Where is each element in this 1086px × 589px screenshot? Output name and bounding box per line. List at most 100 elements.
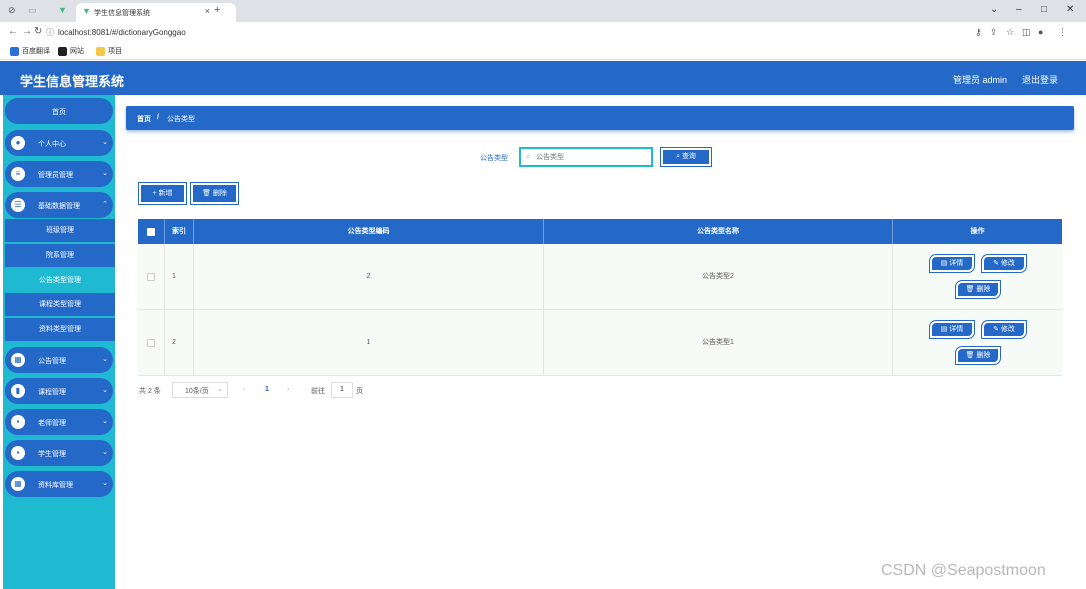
sidebar-item-label: 资料库管理: [38, 482, 73, 489]
search-input[interactable]: [536, 151, 646, 164]
delete-label: 删除: [976, 286, 991, 293]
folder-icon: [96, 46, 105, 56]
edit-icon: ✎: [993, 326, 1001, 333]
page-number[interactable]: 1: [265, 386, 269, 393]
select-all-checkbox[interactable]: [147, 228, 155, 236]
sidebar-item-notice[interactable]: ▦ 公告管理 ⌄: [5, 347, 113, 373]
detail-button[interactable]: ▤ 详情: [930, 255, 974, 272]
table-row: 1 2 公告类型2 ▤ 详情 ✎ 修改 🗑 删除: [138, 244, 1062, 310]
row-index: 1: [165, 244, 194, 310]
sidebar: 首页 ● 个人中心 ⌄ ≡ 管理员管理 ⌄ ☰ 基础数据管理 ⌃ 班级管理 院系…: [3, 95, 115, 589]
user-icon: ●: [11, 136, 25, 150]
sidebar-item-label: 学生管理: [38, 451, 66, 458]
submenu-item-course-type[interactable]: 课程类型管理: [5, 293, 115, 316]
tab-search-icon[interactable]: ⌄: [990, 4, 998, 15]
submenu-item-material-type[interactable]: 资料类型管理: [5, 318, 115, 341]
goto-page-input[interactable]: 1: [331, 382, 353, 398]
select-all-cell: [138, 219, 165, 244]
breadcrumb-separator: /: [157, 114, 159, 121]
row-select-cell: [138, 310, 165, 376]
sidebar-item-label: 公告管理: [38, 358, 66, 365]
sidebar-item-home[interactable]: 首页: [5, 98, 113, 124]
chevron-down-icon: ⌄: [102, 170, 108, 177]
submenu-item-class[interactable]: 班级管理: [5, 219, 115, 242]
current-user: 管理员 admin: [953, 75, 1008, 85]
window-close-icon[interactable]: ✕: [1066, 4, 1074, 15]
page-unit: 页: [356, 388, 363, 395]
site-info-icon[interactable]: ⓘ: [46, 27, 54, 38]
goto-label: 前往: [311, 388, 325, 395]
sidebar-item-student[interactable]: ▪ 学生管理 ⌄: [5, 440, 113, 466]
logout-link[interactable]: 退出登录: [1022, 73, 1058, 86]
table-row: 2 1 公告类型1 ▤ 详情 ✎ 修改 🗑 删除: [138, 310, 1062, 376]
chevron-down-icon: ⌄: [217, 386, 223, 393]
sidebar-item-admin[interactable]: ≡ 管理员管理 ⌄: [5, 161, 113, 187]
list-icon: ≡: [11, 167, 25, 181]
delete-button[interactable]: 🗑 删除: [956, 347, 1000, 364]
bookmark-star-icon[interactable]: ☆: [1006, 27, 1014, 38]
vue-favicon-icon: ▼: [82, 6, 91, 16]
vue-pinned-icon[interactable]: ▼: [58, 5, 67, 15]
edit-button[interactable]: ✎ 修改: [982, 255, 1026, 272]
sidebar-item-course[interactable]: ▮ 课程管理 ⌄: [5, 378, 113, 404]
browser-tab[interactable]: ▼ 学生信息管理系统 ×: [76, 3, 236, 22]
add-button[interactable]: + 新增: [139, 183, 186, 204]
library-icon: ▦: [11, 477, 25, 491]
chart-icon: ▮: [11, 384, 25, 398]
bookmarks-bar: 百度翻译 网站 项目: [0, 43, 1086, 60]
new-tab-icon[interactable]: +: [214, 4, 220, 16]
bookmark-item[interactable]: 网站: [58, 46, 84, 56]
edit-icon: ✎: [993, 260, 1001, 267]
bookmark-item[interactable]: 百度翻译: [10, 46, 50, 56]
delete-button[interactable]: 🗑 删除: [956, 281, 1000, 298]
submenu-item-department[interactable]: 院系管理: [5, 244, 115, 267]
submenu-item-notice-type[interactable]: 公告类型管理: [5, 269, 115, 292]
chevron-down-icon: ⌄: [102, 449, 108, 456]
tab-group-icon[interactable]: ▭: [28, 5, 37, 16]
prev-page-icon[interactable]: ‹: [243, 386, 245, 393]
sidebar-item-teacher[interactable]: ▪ 老师管理 ⌄: [5, 409, 113, 435]
address-bar: ← → ↻ ⓘ localhost:8081/#/dictionaryGongg…: [0, 22, 1086, 43]
minimize-icon[interactable]: –: [1016, 4, 1022, 15]
maximize-icon[interactable]: □: [1041, 4, 1047, 15]
translate-icon: [10, 46, 19, 56]
next-page-icon[interactable]: ›: [287, 386, 289, 393]
column-header: 操作: [970, 228, 985, 235]
app-title: 学生信息管理系统: [20, 74, 125, 89]
sidebar-item-profile[interactable]: ● 个人中心 ⌄: [5, 130, 113, 156]
tab-close-icon[interactable]: ×: [205, 6, 210, 16]
detail-label: 详情: [949, 326, 964, 333]
bookmark-item[interactable]: 项目: [96, 46, 122, 56]
forward-icon[interactable]: →: [22, 26, 32, 37]
profile-icon[interactable]: ●: [1038, 27, 1043, 37]
trash-icon: 🗑: [202, 190, 213, 197]
column-header: 公告类型编码: [194, 219, 544, 244]
key-icon[interactable]: ⚷: [975, 27, 982, 38]
back-icon[interactable]: ←: [8, 26, 18, 37]
query-button[interactable]: ⌕ 查询: [661, 148, 711, 166]
reload-icon[interactable]: ↻: [34, 26, 42, 37]
row-checkbox[interactable]: [147, 339, 155, 347]
sidepanel-icon[interactable]: ◫: [1022, 27, 1031, 38]
browser-more-icon[interactable]: ⋮: [1058, 27, 1067, 38]
page-size-select[interactable]: 10条/页 ⌄: [172, 382, 228, 398]
edit-button[interactable]: ✎ 修改: [982, 321, 1026, 338]
row-name: 公告类型2: [544, 244, 893, 310]
search-field[interactable]: ⌕: [519, 147, 653, 167]
share-icon[interactable]: ⇪: [990, 27, 998, 38]
detail-button[interactable]: ▤ 详情: [930, 321, 974, 338]
row-checkbox[interactable]: [147, 273, 155, 281]
sidebar-item-label: 老师管理: [38, 420, 66, 427]
sidebar-item-label: 课程管理: [38, 389, 66, 396]
browser-menu-icon[interactable]: ⊘: [8, 5, 16, 16]
column-header: 公告类型名称: [544, 219, 893, 244]
breadcrumb-home[interactable]: 首页: [137, 114, 151, 124]
watermark: CSDN @Seapostmoon: [881, 562, 1046, 579]
url-text[interactable]: localhost:8081/#/dictionaryGonggao: [58, 28, 186, 37]
chevron-up-icon: ⌃: [102, 201, 108, 208]
pagination-total: 共 2 条: [139, 388, 161, 395]
batch-delete-button[interactable]: 🗑 删除: [191, 183, 238, 204]
teacher-icon: ▪: [11, 415, 25, 429]
sidebar-item-basic-data[interactable]: ☰ 基础数据管理 ⌃: [5, 192, 113, 218]
sidebar-item-library[interactable]: ▦ 资料库管理 ⌄: [5, 471, 113, 497]
